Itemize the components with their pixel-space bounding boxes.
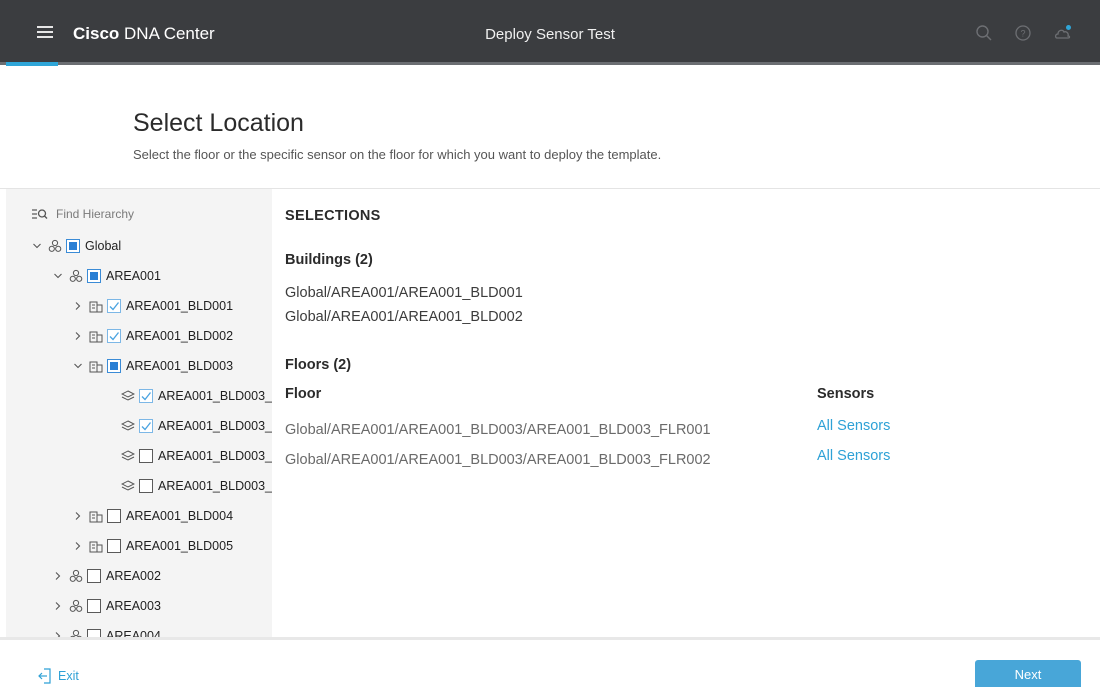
tree-node[interactable]: AREA001_BLD005 bbox=[73, 535, 233, 557]
tree-node-label: AREA001_BLD001 bbox=[126, 299, 234, 313]
building-icon bbox=[89, 329, 103, 343]
find-hierarchy-input[interactable] bbox=[56, 207, 256, 221]
building-icon bbox=[89, 299, 103, 313]
product-brand[interactable]: Cisco DNA Center bbox=[73, 24, 215, 44]
buildings-heading: Buildings (2) bbox=[285, 252, 373, 268]
tree-checkbox[interactable] bbox=[139, 419, 153, 433]
tree-checkbox[interactable] bbox=[107, 509, 121, 523]
tree-node-label: AREA001_BLD003 bbox=[126, 359, 234, 373]
tree-checkbox[interactable] bbox=[87, 569, 101, 583]
site-icon bbox=[69, 629, 83, 637]
floor-icon bbox=[121, 389, 135, 403]
brand-name: DNA Center bbox=[119, 24, 215, 43]
tree-node-label: AREA001_BLD004 bbox=[126, 509, 234, 523]
tree-node-label: AREA001 bbox=[106, 269, 161, 283]
chevron-right-icon[interactable] bbox=[53, 571, 63, 581]
site-icon bbox=[48, 239, 62, 253]
floor-icon bbox=[121, 479, 135, 493]
exit-label: Exit bbox=[58, 669, 79, 683]
chevron-right-icon[interactable] bbox=[53, 601, 63, 611]
tree-node-label: AREA004 bbox=[106, 629, 161, 637]
chevron-down-icon[interactable] bbox=[73, 361, 83, 371]
hierarchy-sidebar: Global AREA001 AREA001_BLD001 AREA001_BLD00… bbox=[6, 189, 272, 637]
tree-node-label: AREA001_BLD003_ bbox=[158, 479, 272, 493]
floor-path: Global/AREA001/AREA001_BLD003/AREA001_BL… bbox=[285, 422, 711, 438]
building-path: Global/AREA001/AREA001_BLD001 bbox=[285, 285, 523, 301]
chevron-right-icon[interactable] bbox=[73, 331, 83, 341]
page-title: Select Location bbox=[133, 109, 304, 137]
search-icon[interactable] bbox=[975, 24, 993, 42]
tree-node-label: AREA001_BLD003_ bbox=[158, 419, 272, 433]
selections-title: SELECTIONS bbox=[285, 208, 381, 224]
tree-node[interactable]: AREA001_BLD003_ bbox=[105, 385, 272, 407]
cloud-notification-icon[interactable] bbox=[1054, 24, 1072, 42]
active-step-indicator bbox=[6, 62, 58, 66]
tree-checkbox[interactable] bbox=[107, 359, 121, 373]
tree-node-label: AREA001_BLD003_ bbox=[158, 389, 272, 403]
tree-checkbox[interactable] bbox=[87, 269, 101, 283]
tree-node-label: AREA002 bbox=[106, 569, 161, 583]
floors-heading: Floors (2) bbox=[285, 357, 352, 373]
tree-node[interactable]: AREA003 bbox=[53, 595, 161, 617]
tree-node[interactable]: AREA001_BLD002 bbox=[73, 325, 233, 347]
next-button[interactable]: Next bbox=[975, 660, 1081, 687]
chevron-right-icon[interactable] bbox=[73, 301, 83, 311]
building-icon bbox=[89, 539, 103, 553]
building-icon bbox=[89, 509, 103, 523]
tree-node[interactable]: AREA002 bbox=[53, 565, 161, 587]
chevron-down-icon[interactable] bbox=[53, 271, 63, 281]
page-subtitle: Select the floor or the specific sensor … bbox=[133, 147, 662, 162]
tree-node[interactable]: AREA001_BLD004 bbox=[73, 505, 233, 527]
tree-node-label: AREA001_BLD003_ bbox=[158, 449, 272, 463]
chevron-right-icon[interactable] bbox=[73, 541, 83, 551]
tree-checkbox[interactable] bbox=[107, 539, 121, 553]
tree-node[interactable]: AREA001_BLD003_ bbox=[105, 445, 272, 467]
building-icon bbox=[89, 359, 103, 373]
tree-node[interactable]: AREA001_BLD003_ bbox=[105, 415, 272, 437]
tree-checkbox[interactable] bbox=[87, 629, 101, 637]
site-icon bbox=[69, 269, 83, 283]
chevron-down-icon[interactable] bbox=[32, 241, 42, 251]
help-icon[interactable]: ? bbox=[1014, 24, 1032, 42]
tree-node[interactable]: AREA001_BLD003 bbox=[73, 355, 233, 377]
workflow-title: Deploy Sensor Test bbox=[485, 26, 615, 43]
sensors-column-header: Sensors bbox=[817, 386, 875, 402]
tree-node[interactable]: AREA001_BLD001 bbox=[73, 295, 233, 317]
all-sensors-link[interactable]: All Sensors bbox=[817, 448, 890, 464]
chevron-right-icon[interactable] bbox=[73, 511, 83, 521]
tree-node-label: AREA001_BLD002 bbox=[126, 329, 234, 343]
floor-path: Global/AREA001/AREA001_BLD003/AREA001_BL… bbox=[285, 452, 711, 468]
tree-checkbox[interactable] bbox=[107, 299, 121, 313]
tree-checkbox[interactable] bbox=[66, 239, 80, 253]
svg-text:?: ? bbox=[1020, 29, 1025, 39]
brand-bold: Cisco bbox=[73, 24, 120, 43]
tree-checkbox[interactable] bbox=[107, 329, 121, 343]
floor-column-header: Floor bbox=[285, 386, 322, 402]
tree-checkbox[interactable] bbox=[139, 389, 153, 403]
tree-node-label: Global bbox=[85, 239, 122, 253]
tree-node[interactable]: Global bbox=[32, 235, 121, 257]
tree-checkbox[interactable] bbox=[139, 479, 153, 493]
floor-icon bbox=[121, 449, 135, 463]
tree-node[interactable]: AREA004 bbox=[53, 625, 161, 637]
tree-node[interactable]: AREA001_BLD003_ bbox=[105, 475, 272, 497]
tree-checkbox[interactable] bbox=[139, 449, 153, 463]
tree-node-label: AREA001_BLD005 bbox=[126, 539, 234, 553]
building-path: Global/AREA001/AREA001_BLD002 bbox=[285, 309, 523, 325]
exit-button[interactable]: Exit bbox=[38, 668, 79, 684]
site-icon bbox=[69, 569, 83, 583]
hierarchy-search bbox=[32, 205, 256, 223]
footer-divider bbox=[0, 637, 1100, 640]
filter-search-icon bbox=[32, 209, 48, 219]
tree-checkbox[interactable] bbox=[87, 599, 101, 613]
all-sensors-link[interactable]: All Sensors bbox=[817, 418, 890, 434]
tree-node-label: AREA003 bbox=[106, 599, 161, 613]
header-separator bbox=[0, 62, 1100, 65]
site-icon bbox=[69, 599, 83, 613]
tree-node[interactable]: AREA001 bbox=[53, 265, 161, 287]
exit-icon bbox=[38, 668, 51, 684]
hamburger-menu-icon[interactable] bbox=[37, 26, 53, 38]
floor-icon bbox=[121, 419, 135, 433]
top-navigation-bar: Cisco DNA Center Deploy Sensor Test ? bbox=[0, 0, 1100, 62]
